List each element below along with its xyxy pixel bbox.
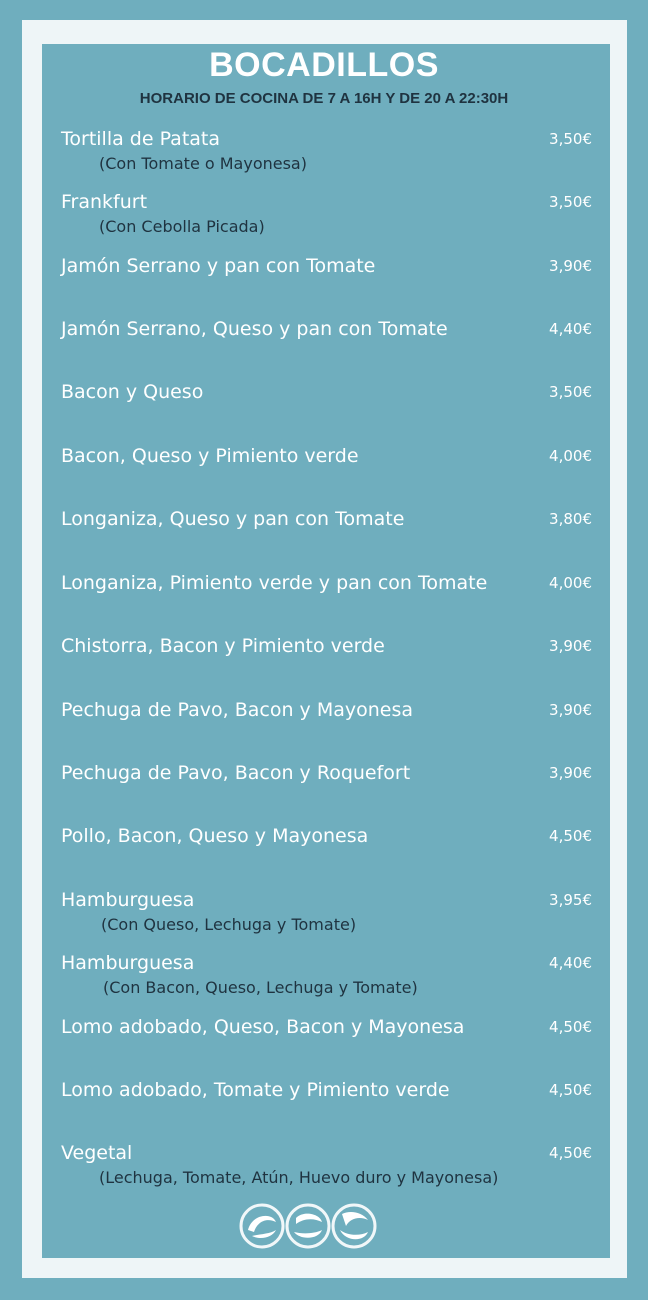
menu-item-price: 3,95€ — [549, 891, 592, 909]
menu-item-note: (Con Bacon, Queso, Lechuga y Tomate) — [103, 978, 418, 997]
menu-item: Longaniza, Queso y pan con Tomate 3,80€ — [0, 507, 648, 567]
menu-item-price: 4,40€ — [549, 320, 592, 338]
menu-item-price: 3,90€ — [549, 637, 592, 655]
menu-item: Hamburguesa 3,95€ (Con Queso, Lechuga y To… — [0, 888, 648, 948]
menu-item-name: Vegetal — [61, 1142, 133, 1164]
menu-item-price: 4,50€ — [549, 1144, 592, 1162]
menu-item-name: Pechuga de Pavo, Bacon y Mayonesa — [61, 699, 414, 721]
menu-item: Vegetal 4,50€ (Lechuga, Tomate, Atún, Huev… — [0, 1141, 648, 1201]
menu-item: Longaniza, Pimiento verde y pan con Toma… — [0, 571, 648, 631]
menu-item-price: 4,50€ — [549, 827, 592, 845]
menu-item-name: Jamón Serrano, Queso y pan con Tomate — [61, 318, 448, 340]
menu-item-price: 3,50€ — [549, 130, 592, 148]
menu-item-price: 3,50€ — [549, 383, 592, 401]
circular-swirl-logo-icon — [239, 1203, 377, 1249]
menu-item-name: Longaniza, Queso y pan con Tomate — [61, 508, 405, 530]
menu-item-price: 4,00€ — [549, 574, 592, 592]
menu-item: Jamón Serrano y pan con Tomate 3,90€ — [0, 254, 648, 314]
menu-title: BOCADILLOS — [209, 46, 439, 84]
menu-item: Lomo adobado, Tomate y Pimiento verde 4,5… — [0, 1078, 648, 1138]
menu-item-name: Tortilla de Patata — [61, 128, 221, 150]
menu-item-name: Bacon, Queso y Pimiento verde — [61, 445, 359, 467]
menu-item-name: Bacon y Queso — [61, 381, 204, 403]
menu-item-price: 4,40€ — [549, 954, 592, 972]
menu-item-note: (Lechuga, Tomate, Atún, Huevo duro y May… — [99, 1168, 499, 1187]
menu-item-price: 4,50€ — [549, 1018, 592, 1036]
menu-item-name: Pollo, Bacon, Queso y Mayonesa — [61, 825, 369, 847]
menu-item-price: 3,90€ — [549, 257, 592, 275]
menu-item: Chistorra, Bacon y Pimiento verde 3,90€ — [0, 634, 648, 694]
menu-item-price: 3,90€ — [549, 701, 592, 719]
menu-item: Pechuga de Pavo, Bacon y Mayonesa 3,90€ — [0, 698, 648, 758]
menu-item-name: Chistorra, Bacon y Pimiento verde — [61, 635, 385, 657]
menu-item-name: Hamburguesa — [61, 889, 195, 911]
menu-item-name: Frankfurt — [61, 191, 148, 213]
menu-item: Hamburguesa 4,40€ (Con Bacon, Queso, Lechu… — [0, 951, 648, 1011]
menu-item-price: 4,50€ — [549, 1081, 592, 1099]
menu-item-price: 4,00€ — [549, 447, 592, 465]
menu-item-name: Lomo adobado, Tomate y Pimiento verde — [61, 1079, 450, 1101]
menu-item: Pechuga de Pavo, Bacon y Roquefort 3,90€ — [0, 761, 648, 821]
menu-item: Jamón Serrano, Queso y pan con Tomate 4,4… — [0, 317, 648, 377]
menu-item-price: 3,50€ — [549, 193, 592, 211]
menu-item-name: Longaniza, Pimiento verde y pan con Toma… — [61, 572, 488, 594]
menu-item: Bacon, Queso y Pimiento verde 4,00€ — [0, 444, 648, 504]
menu-item: Tortilla de Patata 3,50€ (Con Tomate o May… — [0, 127, 648, 187]
menu-item-name: Pechuga de Pavo, Bacon y Roquefort — [61, 762, 411, 784]
menu-item: Bacon y Queso 3,50€ — [0, 380, 648, 440]
menu-item: Pollo, Bacon, Queso y Mayonesa 4,50€ — [0, 824, 648, 884]
menu-item-name: Lomo adobado, Queso, Bacon y Mayonesa — [61, 1016, 465, 1038]
menu-item-note: (Con Tomate o Mayonesa) — [99, 154, 307, 173]
menu-item-name: Hamburguesa — [61, 952, 195, 974]
menu-item-note: (Con Cebolla Picada) — [99, 217, 265, 236]
menu-item: Frankfurt 3,50€ (Con Cebolla Picada) — [0, 190, 648, 250]
menu-item-price: 3,90€ — [549, 764, 592, 782]
menu-item-note: (Con Queso, Lechuga y Tomate) — [101, 915, 357, 934]
menu-item: Lomo adobado, Queso, Bacon y Mayonesa 4,5… — [0, 1015, 648, 1075]
menu-item-price: 3,80€ — [549, 510, 592, 528]
kitchen-hours: HORARIO DE COCINA DE 7 A 16H Y DE 20 A 2… — [139, 90, 509, 107]
menu-item-name: Jamón Serrano y pan con Tomate — [61, 255, 376, 277]
